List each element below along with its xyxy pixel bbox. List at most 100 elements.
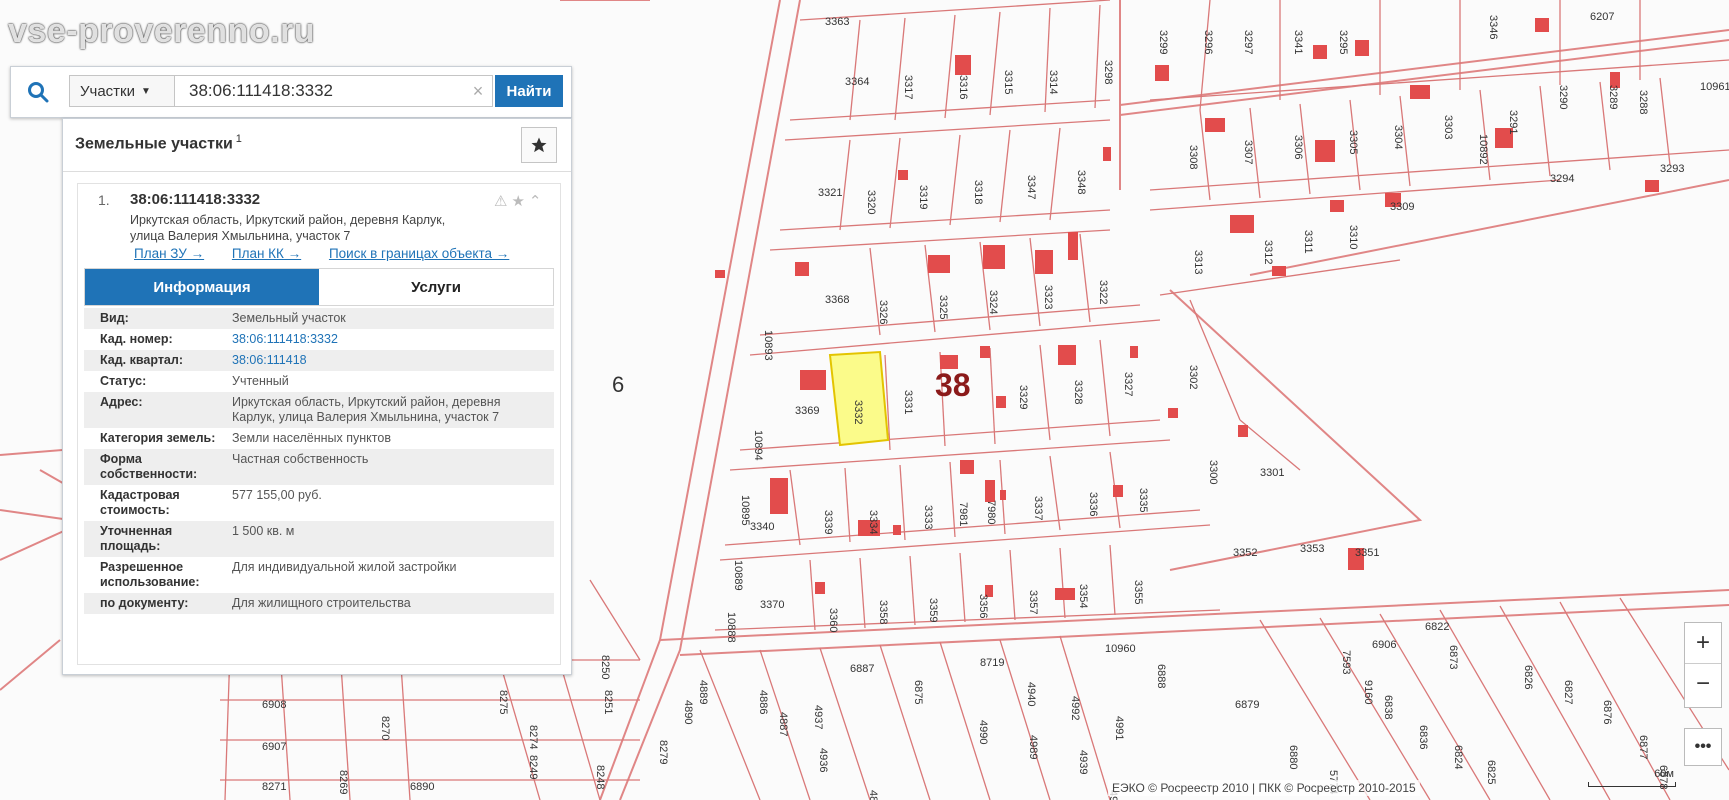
parcel-label: 6908: [262, 699, 286, 711]
cadastral-quarter-link[interactable]: 38:06:111418: [232, 353, 554, 368]
parcel-label: 4889: [697, 680, 709, 704]
parcel-label: 3296: [1202, 30, 1214, 54]
result-card: 1. 38:06:111418:3332 Иркутская область, …: [77, 183, 561, 665]
parcel-label: 3325: [937, 295, 949, 319]
parcel-label: 4937: [812, 705, 824, 729]
selected-parcel[interactable]: [828, 350, 890, 447]
parcel-label: 6890: [410, 781, 434, 793]
parcel-label: 3322: [1097, 280, 1109, 304]
plan-kk-link[interactable]: План КК →: [232, 246, 301, 261]
favorites-button[interactable]: [521, 127, 557, 163]
star-icon[interactable]: ★: [511, 192, 524, 210]
info-row: Уточненная площадь: 1 500 кв. м: [84, 521, 554, 557]
tab-services[interactable]: Услуги: [319, 269, 553, 305]
parcel-label: 8269: [337, 770, 349, 794]
parcel-label: 3329: [1017, 385, 1029, 409]
result-cadastral-number[interactable]: 38:06:111418:3332: [130, 191, 260, 208]
parcel-label: 3340: [750, 521, 774, 533]
info-value: 577 155,00 руб.: [232, 488, 322, 502]
parcel-label: 3334: [867, 510, 879, 534]
chevron-up-icon[interactable]: ⌃: [529, 192, 542, 210]
parcel-label: 3323: [1042, 285, 1054, 309]
parcel-label: 8248: [594, 765, 606, 789]
parcel-label: 6873: [1447, 645, 1459, 669]
parcel-label: 4888: [867, 790, 879, 800]
parcel-label: 3370: [760, 599, 784, 611]
parcel-label: 3303: [1442, 115, 1454, 139]
parcel-label: 3299: [1157, 30, 1169, 54]
parcel-label: 3314: [1047, 70, 1059, 94]
parcel-label: 3310: [1347, 225, 1359, 249]
info-value: Учтенный: [232, 374, 289, 388]
parcel-label: 3331: [902, 390, 914, 414]
info-label: Кад. квартал:: [100, 353, 183, 367]
cadastral-number-link[interactable]: 38:06:111418:3332: [232, 332, 554, 347]
parcel-label: 6827: [1562, 680, 1574, 704]
parcel-label: 6822: [1425, 621, 1449, 633]
clear-icon[interactable]: ×: [467, 79, 489, 103]
parcel-label: 4990: [977, 720, 989, 744]
parcel-label: 3306: [1292, 135, 1304, 159]
info-value: Для жилищного строительства: [232, 596, 411, 610]
parcel-label: 3321: [818, 187, 842, 199]
search-bar: Участки ▼ × Найти: [10, 66, 572, 118]
search-type-select[interactable]: Участки ▼: [69, 75, 175, 107]
result-address: Иркутская область, Иркутский район, дере…: [130, 213, 446, 243]
chevron-down-icon: ▼: [141, 85, 151, 97]
info-value: Частная собственность: [232, 452, 369, 466]
parcel-label: 8275: [497, 690, 509, 714]
parcel-label: 3354: [1077, 584, 1089, 608]
search-input[interactable]: [175, 75, 493, 107]
parcel-label: 3324: [987, 290, 999, 314]
info-label: Кадастровая стоимость:: [100, 488, 180, 517]
parcel-label: 8274: [527, 725, 539, 749]
parcel-label: 6879: [1235, 699, 1259, 711]
parcel-label: 10960: [1105, 643, 1136, 655]
parcel-label: 4992: [1069, 696, 1081, 720]
info-row: Кад. номер: 38:06:111418:3332: [84, 329, 554, 350]
parcel-label: 10895: [739, 495, 751, 526]
parcel-label: 3360: [827, 608, 839, 632]
parcel-label: 3295: [1337, 30, 1349, 54]
parcel-label: 3351: [1355, 547, 1379, 559]
warning-icon[interactable]: ⚠: [494, 192, 507, 210]
parcel-label: 4936: [817, 748, 829, 772]
plan-zu-link[interactable]: План ЗУ →: [134, 246, 204, 261]
info-row: Разрешенное использование: Для индивидуал…: [84, 557, 554, 593]
parcel-label: 3341: [1292, 30, 1304, 54]
info-label: Вид:: [100, 311, 129, 325]
search-in-bounds-link[interactable]: Поиск в границах объекта →: [329, 246, 509, 261]
parcel-label: 3333: [922, 505, 934, 529]
watermark: vse-proverenno.ru: [8, 12, 316, 50]
parcel-label: 10892: [1477, 134, 1489, 165]
parcel-label: 3317: [902, 75, 914, 99]
parcel-label: 3320: [865, 190, 877, 214]
info-table: Вид: Земельный участок Кад. номер: 38:06:1…: [84, 308, 554, 614]
parcel-label: 6207: [1590, 11, 1614, 23]
parcel-label: 3327: [1122, 372, 1134, 396]
info-row: Кад. квартал: 38:06:111418: [84, 350, 554, 371]
find-button[interactable]: Найти: [495, 75, 563, 107]
parcel-label: 8719: [980, 657, 1004, 669]
parcel-label: 8270: [379, 716, 391, 740]
tab-info[interactable]: Информация: [85, 269, 319, 305]
selected-parcel-label: 3332: [852, 400, 864, 424]
info-label: по документу:: [100, 596, 189, 610]
parcel-label: 6836: [1417, 725, 1429, 749]
parcel-label: 3309: [1390, 201, 1414, 213]
info-label: Кад. номер:: [100, 332, 173, 346]
parcel-label: 3358: [877, 600, 889, 624]
block-label: 38: [935, 367, 971, 403]
zoom-in-button[interactable]: +: [1685, 623, 1721, 664]
info-value: 1 500 кв. м: [232, 524, 295, 538]
parcel-label: 3364: [845, 76, 869, 88]
parcel-label: 3353: [1300, 543, 1324, 555]
parcel-label: 7980: [985, 500, 997, 524]
parcel-label: 3294: [1550, 173, 1574, 185]
result-index: 1.: [98, 192, 110, 208]
search-icon[interactable]: [11, 67, 65, 117]
info-label: Категория земель:: [100, 431, 216, 445]
more-button[interactable]: •••: [1684, 728, 1722, 766]
zoom-out-button[interactable]: −: [1685, 664, 1721, 704]
district-label: 6: [612, 372, 624, 397]
